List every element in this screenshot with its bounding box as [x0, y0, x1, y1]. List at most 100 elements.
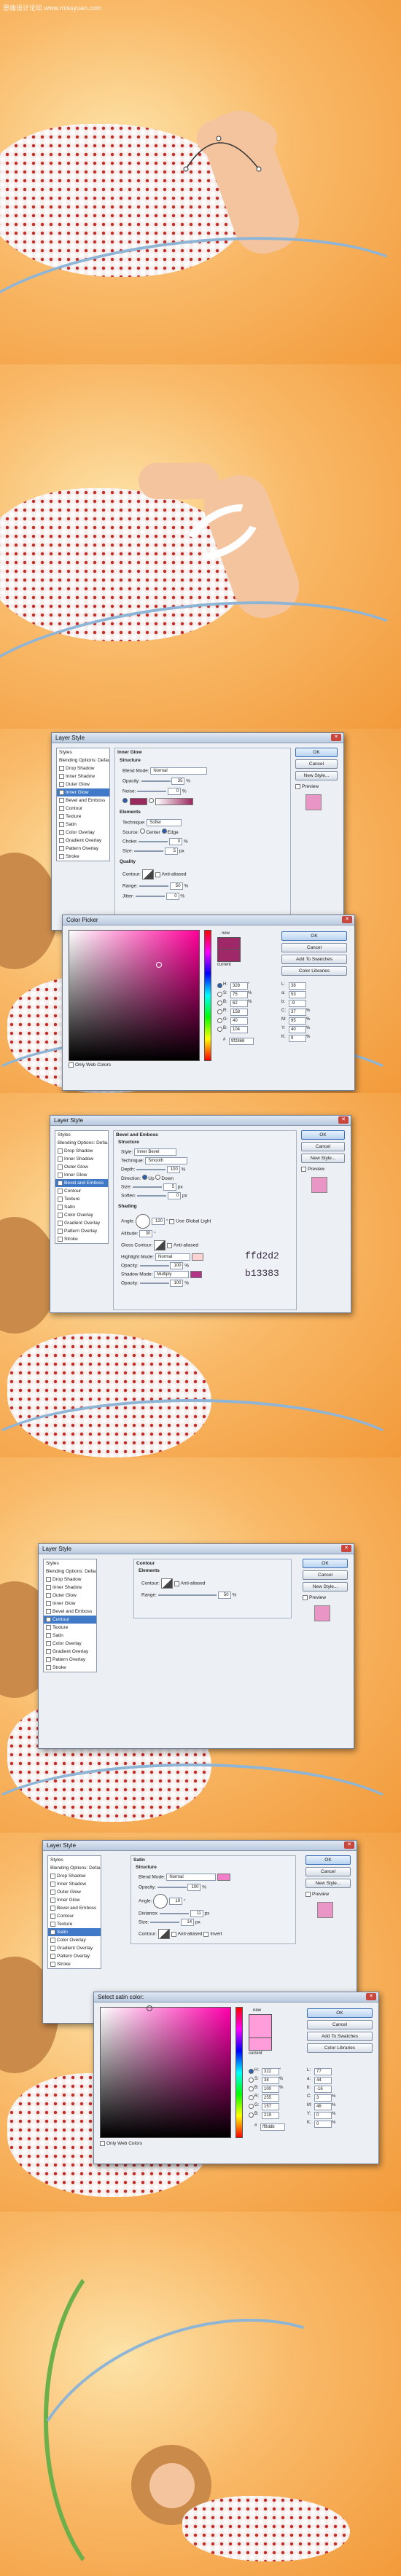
distance-input[interactable]: 11 [190, 1910, 203, 1917]
style-checkbox[interactable] [46, 1592, 51, 1598]
range-input[interactable]: 50 [169, 882, 183, 890]
style-checkbox[interactable] [50, 1929, 55, 1935]
style-checkbox[interactable] [50, 1905, 55, 1911]
jitter-input[interactable]: 0 [166, 893, 179, 900]
size-slider[interactable] [150, 1922, 180, 1923]
shadow-select[interactable]: Multiply [154, 1271, 190, 1278]
styles-list-item[interactable]: Drop Shadow [48, 1872, 101, 1880]
styles-list-item[interactable]: Gradient Overlay [57, 837, 109, 845]
style-checkbox[interactable] [50, 1961, 55, 1967]
soften-input[interactable]: 0 [168, 1192, 182, 1199]
channel-radio[interactable] [249, 2086, 254, 2091]
style-checkbox[interactable] [58, 1212, 63, 1218]
styles-list-item[interactable]: Texture [48, 1920, 101, 1928]
styles-list-item[interactable]: Inner Shadow [44, 1583, 96, 1592]
style-checkbox[interactable] [46, 1576, 51, 1582]
channel-input[interactable]: 328 [230, 982, 248, 990]
direction-up-radio[interactable] [142, 1175, 148, 1180]
antialiased-checkbox[interactable] [166, 1242, 172, 1248]
style-checkbox[interactable] [50, 1897, 55, 1903]
color-field[interactable] [100, 2007, 231, 2138]
style-checkbox[interactable] [59, 813, 64, 819]
distance-slider[interactable] [159, 1913, 189, 1914]
styles-list-item[interactable]: Color Overlay [55, 1211, 108, 1219]
styles-list-item[interactable]: Contour [44, 1616, 96, 1624]
channel-radio[interactable] [249, 2069, 254, 2074]
style-checkbox[interactable] [50, 1953, 55, 1959]
style-checkbox[interactable] [50, 1921, 55, 1927]
channel-input[interactable]: 46 [314, 2103, 332, 2110]
channel-input[interactable]: 40 [230, 1017, 248, 1025]
style-checkbox[interactable] [58, 1196, 63, 1202]
style-checkbox[interactable] [46, 1584, 51, 1590]
ok-button[interactable]: OK [305, 1855, 351, 1865]
styles-list-item[interactable]: Drop Shadow [57, 764, 109, 772]
size-input[interactable]: 5 [165, 847, 179, 855]
color-libraries-button[interactable]: Color Libraries [281, 966, 347, 976]
channel-input[interactable]: 37 [289, 1009, 306, 1016]
styles-list-item[interactable]: Blending Options: Default [48, 1864, 101, 1872]
styles-list-item[interactable]: Pattern Overlay [55, 1227, 108, 1235]
channel-input[interactable]: 9 [289, 1035, 306, 1042]
style-checkbox[interactable] [50, 1937, 55, 1943]
antialiased-checkbox[interactable] [171, 1931, 176, 1937]
styles-list-item[interactable]: Inner Shadow [57, 772, 109, 780]
size-slider[interactable] [133, 1186, 163, 1188]
glow-gradient[interactable] [155, 798, 194, 806]
channel-radio[interactable] [217, 1027, 222, 1032]
styles-list-item[interactable]: Gradient Overlay [55, 1219, 108, 1227]
styles-list-item[interactable]: Color Overlay [57, 829, 109, 837]
ok-button[interactable]: OK [301, 1130, 345, 1140]
styles-list-item[interactable]: Satin [57, 821, 109, 829]
contour-picker[interactable] [141, 869, 154, 880]
style-checkbox[interactable] [58, 1148, 63, 1154]
channel-input[interactable]: 40 [289, 1026, 306, 1033]
style-checkbox[interactable] [46, 1608, 51, 1614]
cancel-button[interactable]: Cancel [281, 943, 347, 952]
styles-list-item[interactable]: Texture [55, 1195, 108, 1203]
hue-slider[interactable] [235, 2007, 243, 2138]
color-radio[interactable] [122, 798, 128, 803]
style-checkbox[interactable] [58, 1180, 63, 1186]
styles-list-item[interactable]: Satin [48, 1928, 101, 1936]
channel-radio[interactable] [249, 2113, 254, 2118]
antialiased-checkbox[interactable] [174, 1581, 179, 1586]
style-checkbox[interactable] [58, 1236, 63, 1242]
add-to-swatches-button[interactable]: Add To Swatches [307, 2032, 373, 2041]
direction-down-radio[interactable] [155, 1175, 161, 1180]
channel-radio[interactable] [217, 1018, 222, 1023]
style-checkbox[interactable] [58, 1204, 63, 1210]
range-slider[interactable] [157, 1594, 217, 1596]
styles-list-item[interactable]: Inner Glow [55, 1171, 108, 1179]
style-checkbox[interactable] [46, 1600, 51, 1606]
contour-picker[interactable] [160, 1578, 173, 1589]
preview-checkbox[interactable] [303, 1595, 308, 1600]
ok-button[interactable]: OK [303, 1559, 348, 1568]
opacity-input[interactable]: 35 [171, 778, 185, 785]
blend-mode-select[interactable]: Normal [150, 767, 208, 775]
channel-input[interactable]: 62 [230, 1000, 248, 1007]
styles-list-item[interactable]: Drop Shadow [44, 1575, 96, 1583]
opacity2-slider[interactable] [139, 1283, 169, 1284]
style-checkbox[interactable] [59, 805, 64, 811]
style-checkbox[interactable] [58, 1188, 63, 1194]
new-style-button[interactable]: New Style... [295, 771, 338, 780]
noise-input[interactable]: 0 [168, 788, 182, 795]
channel-input[interactable]: 53 [289, 991, 306, 998]
styles-list-item[interactable]: Contour [57, 804, 109, 813]
styles-list-item[interactable]: Inner Shadow [48, 1880, 101, 1888]
style-checkbox[interactable] [46, 1656, 51, 1662]
style-checkbox[interactable] [59, 781, 64, 787]
preview-checkbox[interactable] [305, 1892, 311, 1897]
style-checkbox[interactable] [46, 1632, 51, 1638]
styles-list-item[interactable]: Satin [55, 1203, 108, 1211]
styles-list-item[interactable]: Blending Options: Default [57, 756, 109, 764]
channel-radio[interactable] [217, 992, 222, 997]
style-checkbox[interactable] [59, 765, 64, 771]
preview-checkbox[interactable] [301, 1167, 306, 1172]
channel-input[interactable]: 219 [262, 2112, 279, 2119]
styles-list-item[interactable]: Bevel and Emboss [57, 796, 109, 804]
styles-list-item[interactable]: Outer Glow [55, 1163, 108, 1171]
source-center-radio[interactable] [140, 829, 146, 834]
blend-mode-select[interactable]: Normal [166, 1874, 217, 1881]
